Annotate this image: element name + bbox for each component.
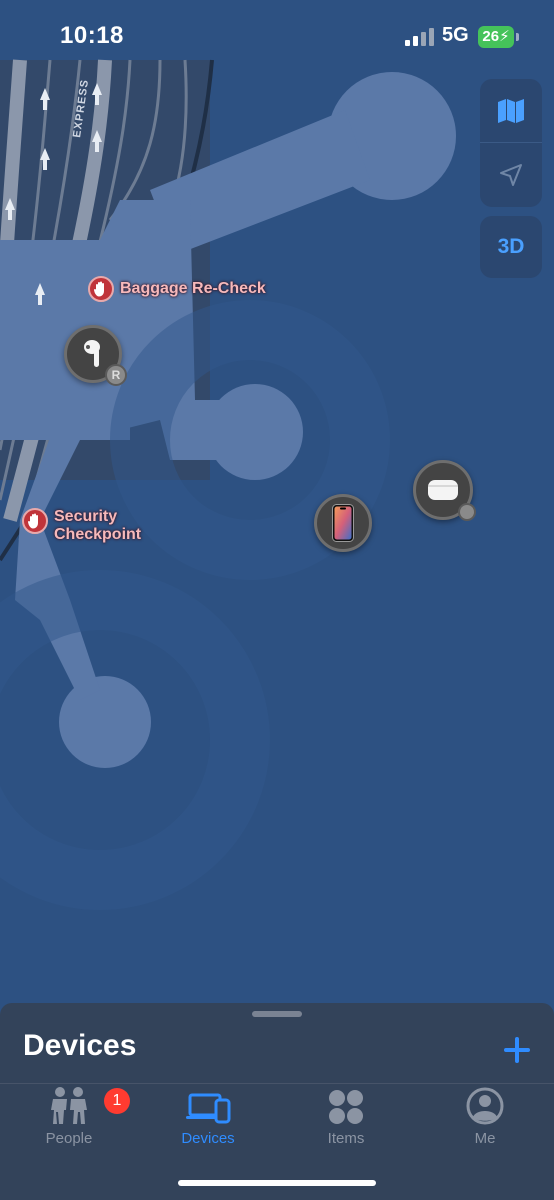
- pin-badge: [458, 503, 476, 521]
- devices-icon: [186, 1093, 231, 1124]
- tab-devices[interactable]: Devices: [153, 1086, 263, 1147]
- sheet-divider: [0, 1083, 554, 1084]
- tab-me[interactable]: Me: [430, 1086, 540, 1147]
- tab-label: Devices: [181, 1130, 235, 1147]
- sheet-grabber[interactable]: [252, 1011, 302, 1017]
- hand-stop-icon: [22, 508, 48, 534]
- poi-label-line-2: Checkpoint: [54, 526, 142, 543]
- location-button[interactable]: [480, 143, 542, 207]
- battery-icon: 26⚡: [478, 26, 514, 48]
- battery-level: 26: [482, 28, 500, 45]
- map-mode-button[interactable]: [480, 79, 542, 143]
- device-pin-airpods-case[interactable]: [413, 460, 476, 521]
- controls-divider: [480, 142, 542, 143]
- tab-people[interactable]: 1 People: [14, 1086, 130, 1147]
- network-type: 5G: [442, 24, 469, 46]
- notification-badge: 1: [104, 1088, 130, 1114]
- home-indicator: [178, 1180, 376, 1186]
- device-pin-iphone[interactable]: [314, 494, 372, 552]
- hand-stop-icon: [88, 276, 114, 302]
- items-icon: [329, 1090, 363, 1124]
- airpod-icon: [84, 340, 100, 367]
- sheet-title: Devices: [23, 1029, 137, 1062]
- tab-label: People: [45, 1130, 93, 1147]
- airpods-case-icon: [428, 480, 458, 500]
- poi-baggage-recheck[interactable]: Baggage Re-Check: [88, 276, 266, 302]
- tab-label: Me: [474, 1130, 496, 1147]
- people-icon: [51, 1087, 87, 1124]
- tab-items[interactable]: Items: [291, 1086, 401, 1147]
- iphone-icon: [332, 504, 354, 542]
- 3d-button[interactable]: 3D: [480, 216, 542, 278]
- tab-label: Items: [327, 1130, 365, 1147]
- device-pin-airpod[interactable]: R: [64, 325, 127, 386]
- status-bar: 10:18 5G 26⚡: [0, 0, 554, 68]
- signal-icon: [405, 28, 434, 46]
- poi-label: Baggage Re-Check: [120, 280, 266, 297]
- poi-label-line-1: Security: [54, 508, 118, 525]
- map-controls: [480, 79, 542, 207]
- add-icon[interactable]: [500, 1033, 534, 1067]
- person-circle-icon: [466, 1087, 504, 1125]
- poi-security-checkpoint[interactable]: Security Checkpoint: [22, 508, 141, 544]
- clock: 10:18: [60, 22, 124, 49]
- tab-bar: 1 People Devices Items Me: [0, 1086, 554, 1166]
- battery-cap: [516, 33, 519, 41]
- location-arrow-icon: [500, 164, 522, 186]
- poi-label: Security Checkpoint: [54, 508, 141, 544]
- pin-badge: R: [105, 364, 127, 386]
- map-icon: [498, 99, 524, 123]
